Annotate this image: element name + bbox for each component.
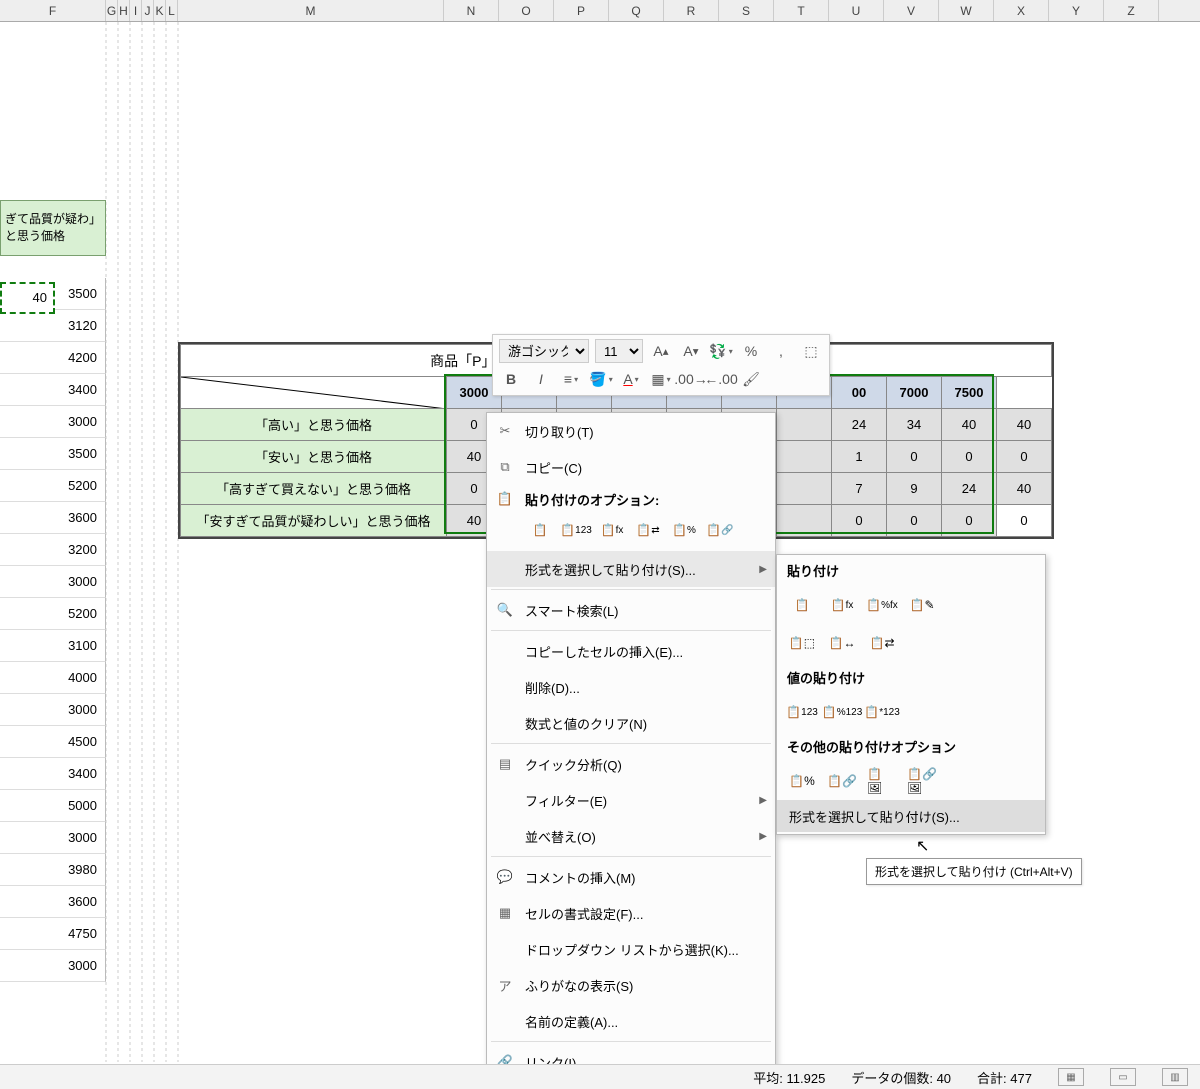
menu-filter[interactable]: フィルター(E)▶ [487, 782, 775, 818]
paste-transpose-icon[interactable]: 📋⇄ [867, 628, 897, 658]
search-icon: 🔍 [495, 600, 515, 620]
paste-formulas-icon[interactable]: 📋fx [827, 590, 857, 620]
sub-paste-label: 貼り付け [777, 555, 1045, 586]
cursor-icon: ↖ [916, 836, 929, 856]
menu-sort[interactable]: 並べ替え(O)▶ [487, 818, 775, 854]
tooltip: 形式を選択して貼り付け (Ctrl+Alt+V) [866, 858, 1082, 885]
col-header-f[interactable]: F [0, 0, 106, 21]
menu-smart-lookup[interactable]: 🔍スマート検索(L) [487, 592, 775, 628]
menu-show-phonetic[interactable]: アふりがなの表示(S) [487, 967, 775, 1003]
paste-values-icon[interactable]: 📋123 [787, 697, 817, 727]
paste-picture-icon[interactable]: 📋🖼 [867, 766, 897, 796]
cut-icon: ✂ [495, 421, 515, 441]
menu-insert-comment[interactable]: 💬コメントの挿入(M) [487, 859, 775, 895]
menu-quick-analysis[interactable]: ▤クイック分析(Q) [487, 746, 775, 782]
page-break-icon[interactable]: ▥ [1162, 1068, 1188, 1086]
paste-no-border-icon[interactable]: 📋⬚ [787, 628, 817, 658]
clipboard-icon: 📋 [495, 489, 515, 509]
accounting-format-icon[interactable]: 💱 [709, 339, 733, 363]
menu-paste-special[interactable]: 形式を選択して貼り付け(S)...▶ [487, 551, 775, 587]
paste-values-icon[interactable]: 📋123 [561, 517, 591, 543]
comment-icon: 💬 [495, 867, 515, 887]
align-icon[interactable]: ≡ [559, 367, 583, 391]
context-menu[interactable]: ✂切り取り(T) ⧉コピー(C) 📋貼り付けのオプション: 📋 📋123 📋fx… [486, 412, 776, 1081]
paste-keep-width-icon[interactable]: 📋↔ [827, 628, 857, 658]
mini-toolbar[interactable]: 游ゴシック 11 A▴ A▾ 💱 % , ⬚ B I ≡ 🪣 A ▦ .00→ … [492, 334, 830, 396]
menu-paste-options-label: 📋貼り付けのオプション: [487, 485, 775, 513]
italic-icon[interactable]: I [529, 367, 553, 391]
paste-link-icon[interactable]: 📋🔗 [705, 517, 735, 543]
menu-paste-special-dialog[interactable]: 形式を選択して貼り付け(S)... [777, 800, 1045, 832]
paste-special-submenu[interactable]: 貼り付け 📋 📋fx 📋%fx 📋✎ 📋⬚ 📋↔ 📋⇄ 値の貼り付け 📋123 … [776, 554, 1046, 835]
paste-linked-picture-icon[interactable]: 📋🔗🖼 [907, 766, 937, 796]
status-bar: 平均: 11.925 データの個数: 40 合計: 477 ▦ ▭ ▥ [0, 1064, 1200, 1089]
font-size-select[interactable]: 11 [595, 339, 643, 363]
copy-icon: ⧉ [495, 457, 515, 477]
quick-analysis-icon: ▤ [495, 754, 515, 774]
phonetic-icon: ア [495, 975, 515, 995]
menu-delete[interactable]: 削除(D)... [487, 669, 775, 705]
paste-formulas-icon[interactable]: 📋fx [597, 517, 627, 543]
font-select[interactable]: 游ゴシック [499, 339, 589, 363]
paste-formulas-number-icon[interactable]: 📋%fx [867, 590, 897, 620]
increase-decimal-icon[interactable]: .00→ [679, 367, 703, 391]
copied-cell-marquee[interactable]: 40 [0, 282, 55, 314]
sub-other-label: その他の貼り付けオプション [777, 731, 1045, 762]
sub-paste-values-label: 値の貼り付け [777, 662, 1045, 693]
menu-copy[interactable]: ⧉コピー(C) [487, 449, 775, 485]
format-cells-icon: ▦ [495, 903, 515, 923]
menu-format-cells[interactable]: ▦セルの書式設定(F)... [487, 895, 775, 931]
paste-formatting-icon[interactable]: 📋% [669, 517, 699, 543]
paste-formatting-icon[interactable]: 📋% [787, 766, 817, 796]
menu-define-name[interactable]: 名前の定義(A)... [487, 1003, 775, 1039]
bold-icon[interactable]: B [499, 367, 523, 391]
decrease-decimal-icon[interactable]: ←.00 [709, 367, 733, 391]
comma-icon[interactable]: , [769, 339, 793, 363]
paste-all-icon[interactable]: 📋 [787, 590, 817, 620]
col-f-header-cell: ぎて品質が疑わ」と思う価格 [0, 200, 106, 256]
page-layout-icon[interactable]: ▭ [1110, 1068, 1136, 1086]
border-icon[interactable]: ▦ [649, 367, 673, 391]
increase-font-icon[interactable]: A▴ [649, 339, 673, 363]
paste-values-number-icon[interactable]: 📋%123 [827, 697, 857, 727]
column-headers[interactable]: F G H I J K L M N O P Q R S T U V W X Y … [0, 0, 1200, 22]
menu-cut[interactable]: ✂切り取り(T) [487, 413, 775, 449]
percent-icon[interactable]: % [739, 339, 763, 363]
menu-pick-from-list[interactable]: ドロップダウン リストから選択(K)... [487, 931, 775, 967]
paste-transpose-icon[interactable]: 📋⇄ [633, 517, 663, 543]
paste-values-source-icon[interactable]: 📋*123 [867, 697, 897, 727]
normal-view-icon[interactable]: ▦ [1058, 1068, 1084, 1086]
menu-insert-copied[interactable]: コピーしたセルの挿入(E)... [487, 633, 775, 669]
merge-icon[interactable]: ⬚ [799, 339, 823, 363]
decrease-font-icon[interactable]: A▾ [679, 339, 703, 363]
paste-all-icon[interactable]: 📋 [525, 517, 555, 543]
paste-link-icon[interactable]: 📋🔗 [827, 766, 857, 796]
font-color-icon[interactable]: A [619, 367, 643, 391]
paste-option-icons[interactable]: 📋 📋123 📋fx 📋⇄ 📋% 📋🔗 [487, 513, 775, 551]
menu-clear[interactable]: 数式と値のクリア(N) [487, 705, 775, 741]
format-painter-icon[interactable]: 🖌 [739, 367, 763, 391]
col-f-values[interactable]: 3500312042003400 3000350052003600 320030… [0, 278, 106, 982]
paste-keep-source-icon[interactable]: 📋✎ [907, 590, 937, 620]
fill-color-icon[interactable]: 🪣 [589, 367, 613, 391]
